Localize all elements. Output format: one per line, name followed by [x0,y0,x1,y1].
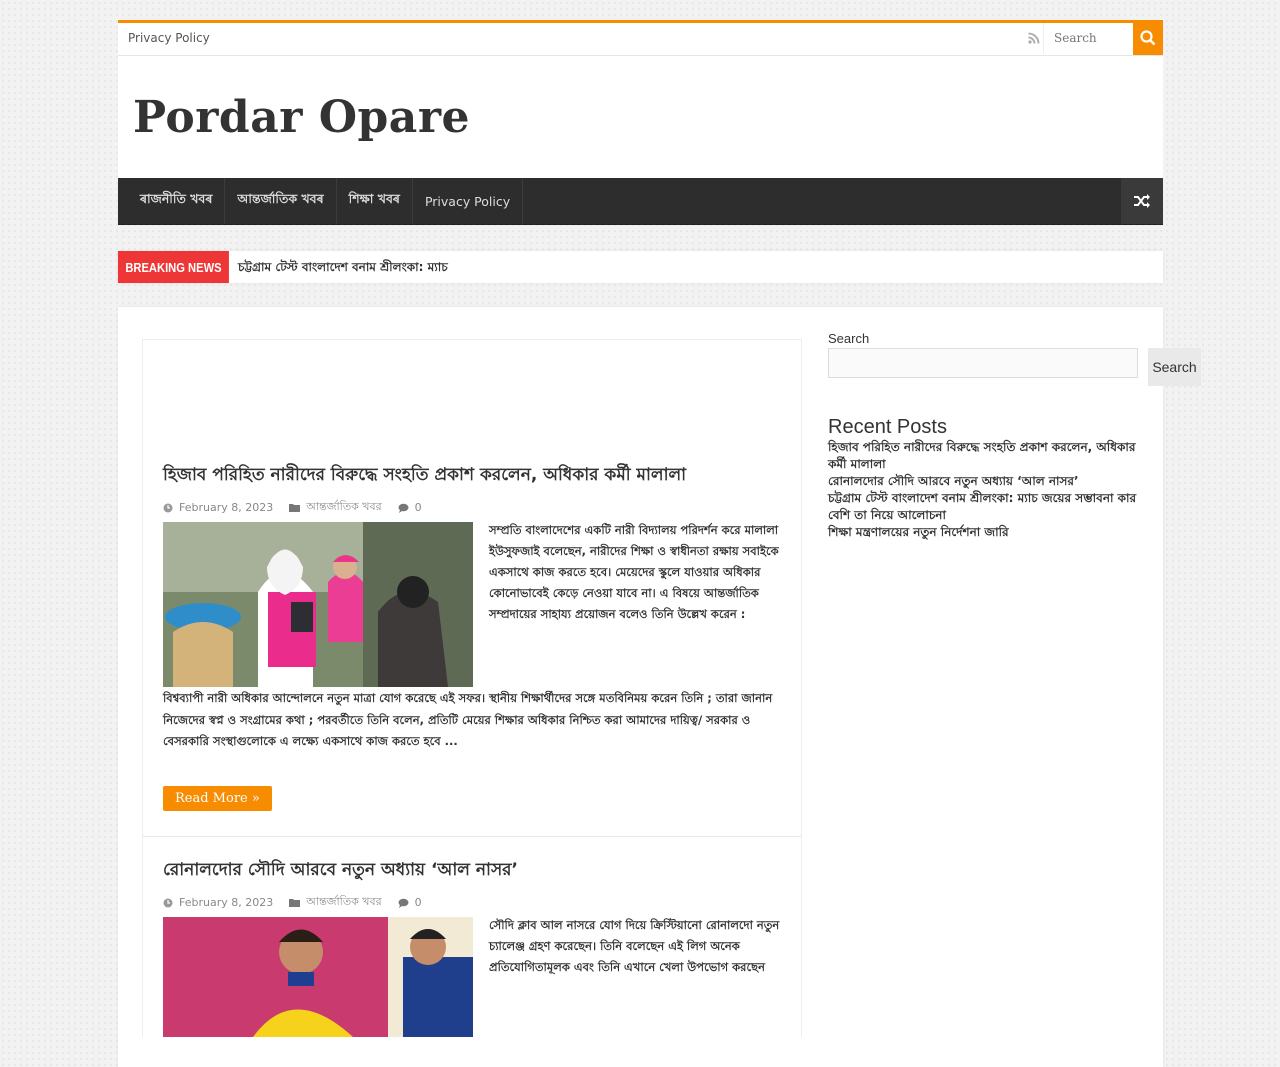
nav-item-international[interactable]: আন্তর্জাতিক খবৰ [225,178,337,224]
recent-post-link[interactable]: রোনালদোর সৌদি আরবে নতুন অধ্যায় ‘আল নাসর… [828,473,1148,490]
top-nav-privacy-link[interactable]: Privacy Policy [128,31,210,45]
clock-icon [163,503,173,512]
post-title[interactable]: হিজাব পরিহিত নারীদের বিরুদ্ধে সংহতি প্রক… [163,462,686,490]
recent-post-link[interactable]: হিজাব পরিহিত নারীদের বিরুদ্ধে সংহতি প্রক… [828,439,1148,473]
sidebar-search-label: Search [828,331,870,346]
top-bar: Privacy Policy [118,20,1163,56]
sidebar: Search Search Recent Posts হিজাব পরিহিত … [828,331,1201,541]
top-search-input[interactable] [1043,23,1133,53]
page-wrapper: Privacy Policy Pordar Opare ৰাজনীতি খবৰ … [118,20,1201,1067]
post-item: হিজাব পরিহিত নারীদের বিরুদ্ধে সংহতি প্রক… [142,339,802,836]
main-content: হিজাব পরিহিত নারীদের বিরুদ্ধে সংহতি প্রক… [118,307,1201,1067]
post-item: রোনালদোর সৌদি আরবে নতুন অধ্যায় ‘আল নাসর… [142,836,802,1037]
post-title[interactable]: রোনালদোর সৌদি আরবে নতুন অধ্যায় ‘আল নাসর… [163,857,518,885]
folder-icon [289,504,301,512]
shuffle-icon [1134,194,1150,208]
breaking-news-headline[interactable]: চট্টগ্রাম টেস্ট বাংলাদেশ বনাম শ্রীলংকা: … [238,259,448,279]
recent-posts-heading: Recent Posts [828,416,947,438]
folder-icon [289,899,301,907]
post-comment-count[interactable]: 0 [415,896,422,909]
read-more-button[interactable]: Read More » [163,786,272,811]
post-date: February 8, 2023 [179,896,274,909]
breaking-news-bar: BREAKING NEWS চট্টগ্রাম টেস্ট বাংলাদেশ ব… [118,251,1163,283]
site-logo[interactable]: Pordar Opare [133,92,470,143]
post-meta: February 8, 2023 আন্তর্জাতিক খবর 0 [163,498,422,517]
clock-icon [163,898,173,907]
post-thumbnail[interactable] [163,522,473,687]
post-list: হিজাব পরিহিত নারীদের বিরুদ্ধে সংহতি প্রক… [142,339,802,1037]
sidebar-search-input[interactable] [828,348,1138,378]
main-nav: ৰাজনীতি খবৰ আন্তর্জাতিক খবৰ শিক্ষা খবৰ P… [118,178,1163,225]
comment-icon [398,503,409,513]
post-excerpt: বিশ্বব্যাপী নারী অধিকার আন্দোলনে নতুন মা… [163,691,773,748]
top-search-button[interactable] [1133,20,1163,55]
post-excerpt-side: সৌদি ক্লাব আল নাসরে যোগ দিয়ে ক্রিস্টিয়… [489,918,780,974]
post-category[interactable]: আন্তর্জাতিক খবর [306,893,381,912]
thumbnail-image-girls-students [163,522,473,687]
recent-posts-list: হিজাব পরিহিত নারীদের বিরুদ্ধে সংহতি প্রক… [828,439,1148,541]
nav-item-education[interactable]: শিক্ষা খবৰ [337,178,413,224]
nav-item-politics[interactable]: ৰাজনীতি খবৰ [128,178,226,224]
nav-item-privacy-policy[interactable]: Privacy Policy [413,178,524,224]
site-header: Pordar Opare [118,56,1163,178]
post-comment-count[interactable]: 0 [415,501,422,514]
rss-icon[interactable] [1027,31,1041,45]
comment-icon [398,898,409,908]
post-excerpt-side: সম্প্রতি বাংলাদেশের একটি নারী বিদ্যালয় … [489,523,779,621]
post-meta: February 8, 2023 আন্তর্জাতিক খবর 0 [163,893,422,912]
breaking-news-label: BREAKING NEWS [118,251,229,283]
recent-post-link[interactable]: চট্টগ্রাম টেস্ট বাংলাদেশ বনাম শ্রীলংকা: … [828,490,1148,524]
random-article-button[interactable] [1121,178,1163,224]
post-thumbnail[interactable] [163,917,473,1037]
post-category[interactable]: আন্তর্জাতিক খবর [306,498,381,517]
search-icon [1140,29,1156,45]
post-date: February 8, 2023 [179,501,274,514]
sidebar-search-button[interactable]: Search [1148,348,1201,386]
recent-post-link[interactable]: শিক্ষা মন্ত্রণালয়ের নতুন নির্দেশনা জারি [828,524,1148,541]
thumbnail-image-footballer [163,917,473,1037]
